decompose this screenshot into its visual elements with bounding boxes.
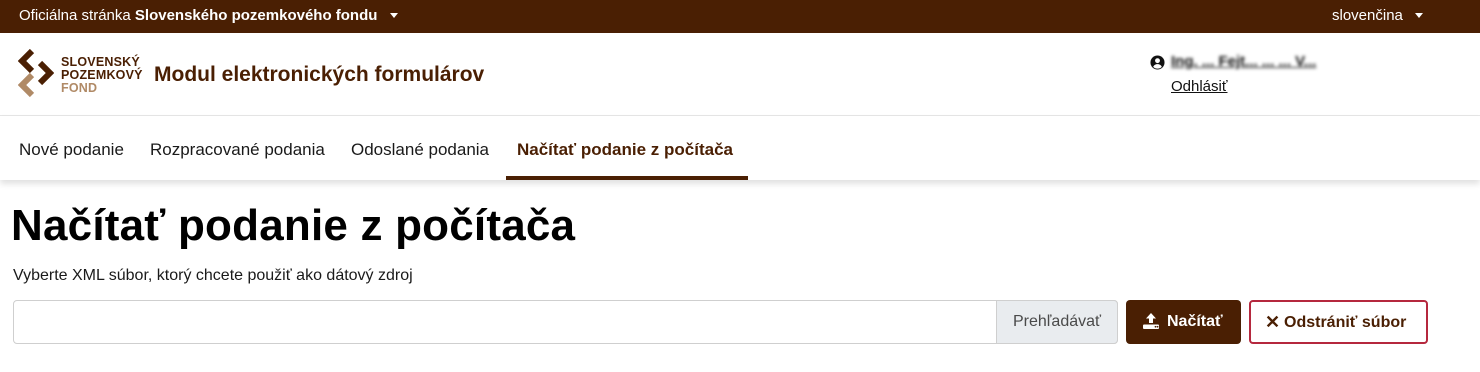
official-prefix: Oficiálna stránka <box>19 7 131 24</box>
upload-icon <box>1143 313 1159 329</box>
user-name-link[interactable]: Ing. ... Fejt... ... ... V... <box>1171 53 1316 70</box>
page-title: Načítať podanie z počítača <box>11 201 576 250</box>
caret-down-icon <box>389 13 398 18</box>
close-icon: ✕ <box>1265 312 1281 332</box>
main-navigation: Nové podanie Rozpracované podania Odosla… <box>0 116 1480 180</box>
top-bar: Oficiálna stránka Slovenského pozemkovéh… <box>0 0 1480 33</box>
load-button-label: Načítať <box>1167 313 1223 330</box>
xml-file-input[interactable] <box>13 300 1118 344</box>
spf-logo[interactable]: SLOVENSKÝ POZEMKOVÝ FOND <box>18 47 150 103</box>
active-tab-indicator <box>506 176 748 180</box>
official-site-dropdown[interactable]: Oficiálna stránka Slovenského pozemkovéh… <box>19 7 398 24</box>
tab-load-from-computer[interactable]: Načítať podanie z počítača <box>517 140 733 160</box>
logout-link[interactable]: Odhlásiť <box>1171 78 1227 95</box>
tab-sent-submissions[interactable]: Odoslané podania <box>351 140 489 160</box>
language-label: slovenčina <box>1332 7 1403 24</box>
app-title: Modul elektronických formulárov <box>154 63 485 86</box>
tab-new-submission[interactable]: Nové podanie <box>19 140 124 160</box>
remove-file-button-label: Odstrániť súbor <box>1284 314 1407 331</box>
language-dropdown[interactable]: slovenčina <box>1332 7 1424 24</box>
logo-text-line3: FOND <box>61 81 98 95</box>
official-name: Slovenského pozemkového fondu <box>134 7 378 24</box>
caret-down-icon <box>1415 13 1424 18</box>
tab-draft-submissions[interactable]: Rozpracované podania <box>150 140 325 160</box>
browse-button[interactable]: Prehľadávať <box>996 300 1118 344</box>
site-header: SLOVENSKÝ POZEMKOVÝ FOND Modul elektroni… <box>0 33 1480 116</box>
user-circle-icon <box>1150 55 1165 70</box>
logo-mark-icon <box>18 49 54 98</box>
file-input-label: Vyberte XML súbor, ktorý chcete použiť a… <box>13 267 413 284</box>
load-button[interactable]: Načítať <box>1126 300 1241 344</box>
remove-file-button[interactable]: ✕ Odstrániť súbor <box>1249 300 1428 344</box>
